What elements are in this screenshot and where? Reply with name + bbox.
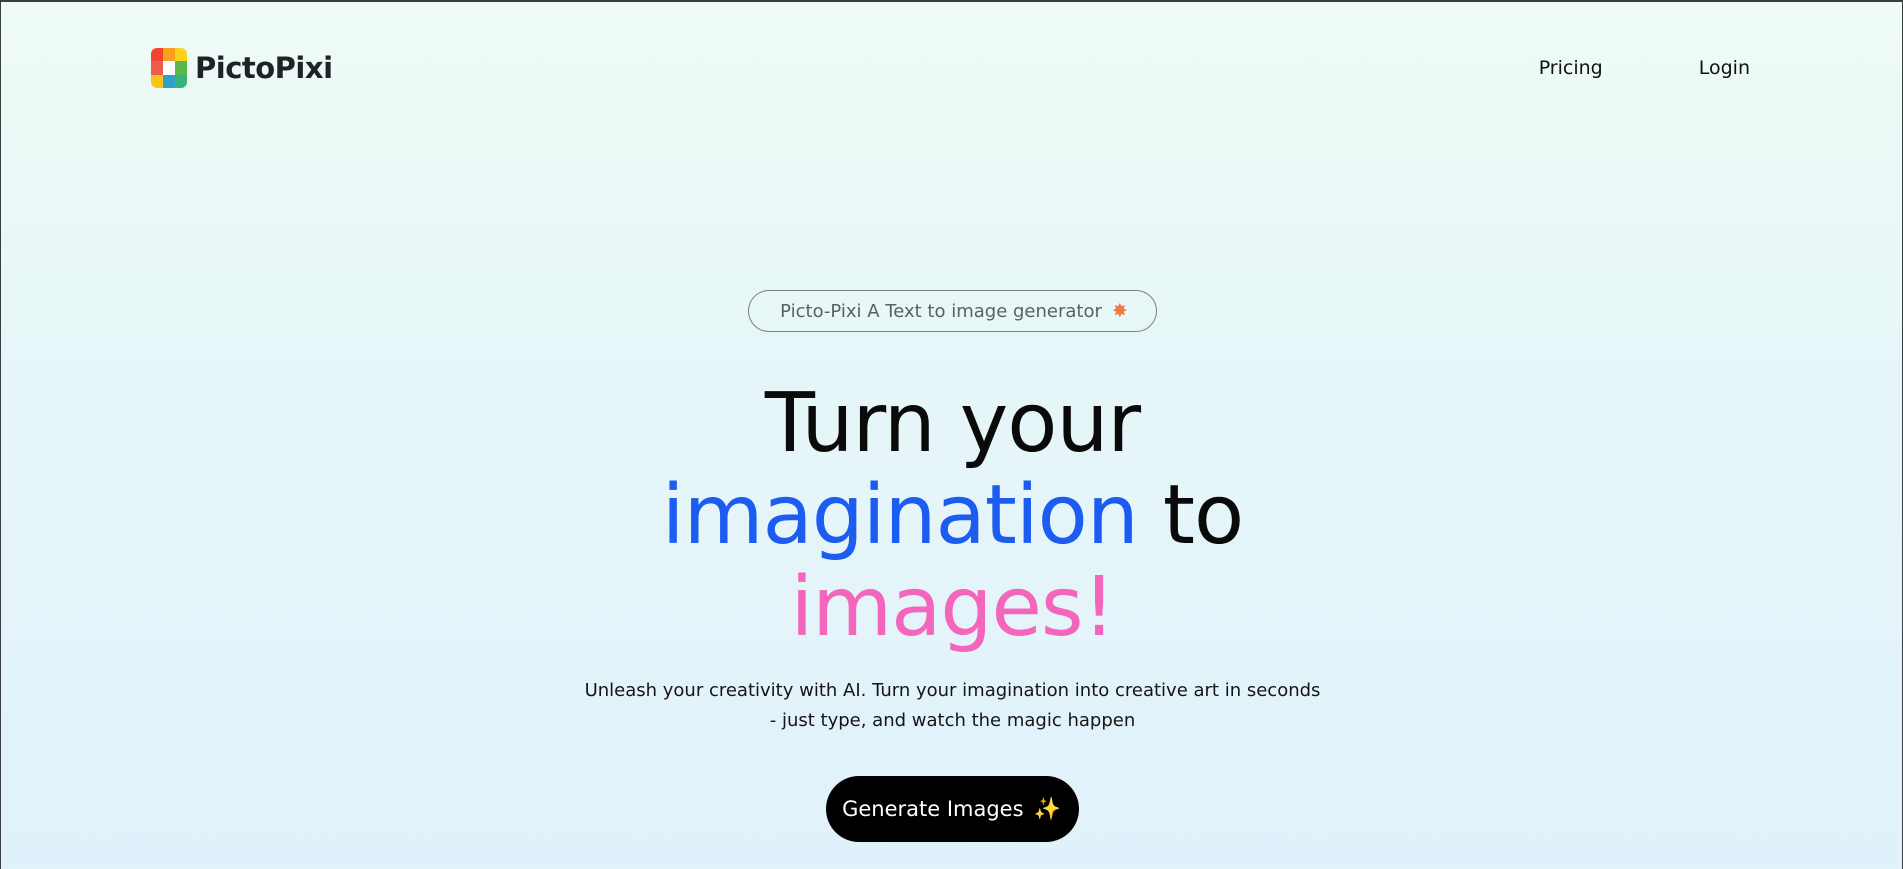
tagline-text: Picto-Pixi A Text to image generator: [780, 300, 1102, 322]
logo-tile: [175, 61, 187, 75]
logo-tile: [151, 74, 163, 88]
brand-name: PictoPixi: [195, 51, 333, 85]
logo-tile: [163, 74, 175, 88]
nav-link-login[interactable]: Login: [1699, 57, 1750, 79]
generate-images-label: Generate Images: [842, 797, 1024, 821]
top-navigation: PictoPixi Pricing Login: [151, 46, 1752, 90]
brand-logo-link[interactable]: PictoPixi: [151, 48, 333, 88]
logo-tile: [175, 74, 187, 88]
pictopixi-logo-icon: [151, 48, 187, 88]
hero-headline: Turn your imagination to images!: [661, 376, 1244, 655]
headline-line-2-rest: to: [1137, 468, 1244, 563]
star-burst-icon: ✸: [1111, 299, 1128, 322]
headline-highlight-imagination: imagination: [661, 468, 1139, 563]
logo-tile: [163, 48, 175, 62]
hero-description-line-1: Unleash your creativity with AI. Turn yo…: [584, 680, 1321, 701]
nav-links: Pricing Login: [1539, 57, 1752, 79]
headline-line-1: Turn your: [764, 376, 1141, 471]
nav-link-pricing[interactable]: Pricing: [1539, 57, 1603, 79]
hero-description: Unleash your creativity with AI. Turn yo…: [573, 676, 1333, 736]
generate-images-button[interactable]: Generate Images ✨: [826, 776, 1079, 842]
logo-tile: [151, 48, 163, 62]
logo-tile: [175, 48, 187, 62]
tagline-badge: Picto-Pixi A Text to image generator ✸: [748, 290, 1157, 332]
headline-highlight-images: images!: [790, 560, 1115, 655]
hero-section: Picto-Pixi A Text to image generator ✸ T…: [1, 290, 1903, 842]
logo-tile: [163, 61, 175, 75]
sparkles-icon: ✨: [1033, 796, 1061, 822]
logo-tile: [151, 61, 163, 75]
hero-description-line-2: - just type, and watch the magic happen: [769, 710, 1136, 731]
